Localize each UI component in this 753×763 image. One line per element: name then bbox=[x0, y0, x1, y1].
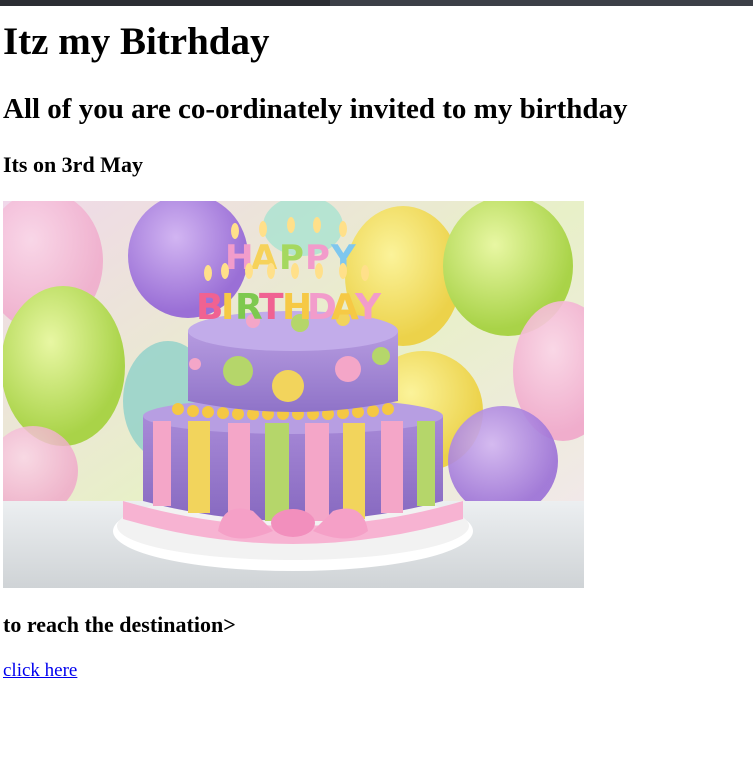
svg-text:Y: Y bbox=[354, 287, 382, 328]
birthday-cake-image: H A P P Y B I R T H D A Y bbox=[3, 201, 584, 588]
page-title: Itz my Bitrhday bbox=[3, 20, 270, 63]
invitation-subtitle: All of you are co-ordinately invited to … bbox=[3, 93, 628, 125]
click-here-link[interactable]: click here bbox=[3, 660, 77, 682]
svg-text:B: B bbox=[196, 287, 223, 328]
svg-text:T: T bbox=[259, 287, 284, 328]
reach-destination-text: to reach the destination> bbox=[3, 612, 236, 637]
svg-text:I: I bbox=[221, 287, 234, 328]
browser-top-bar-segment bbox=[330, 0, 753, 6]
date-line: Its on 3rd May bbox=[3, 152, 143, 177]
browser-top-bar bbox=[0, 0, 753, 6]
